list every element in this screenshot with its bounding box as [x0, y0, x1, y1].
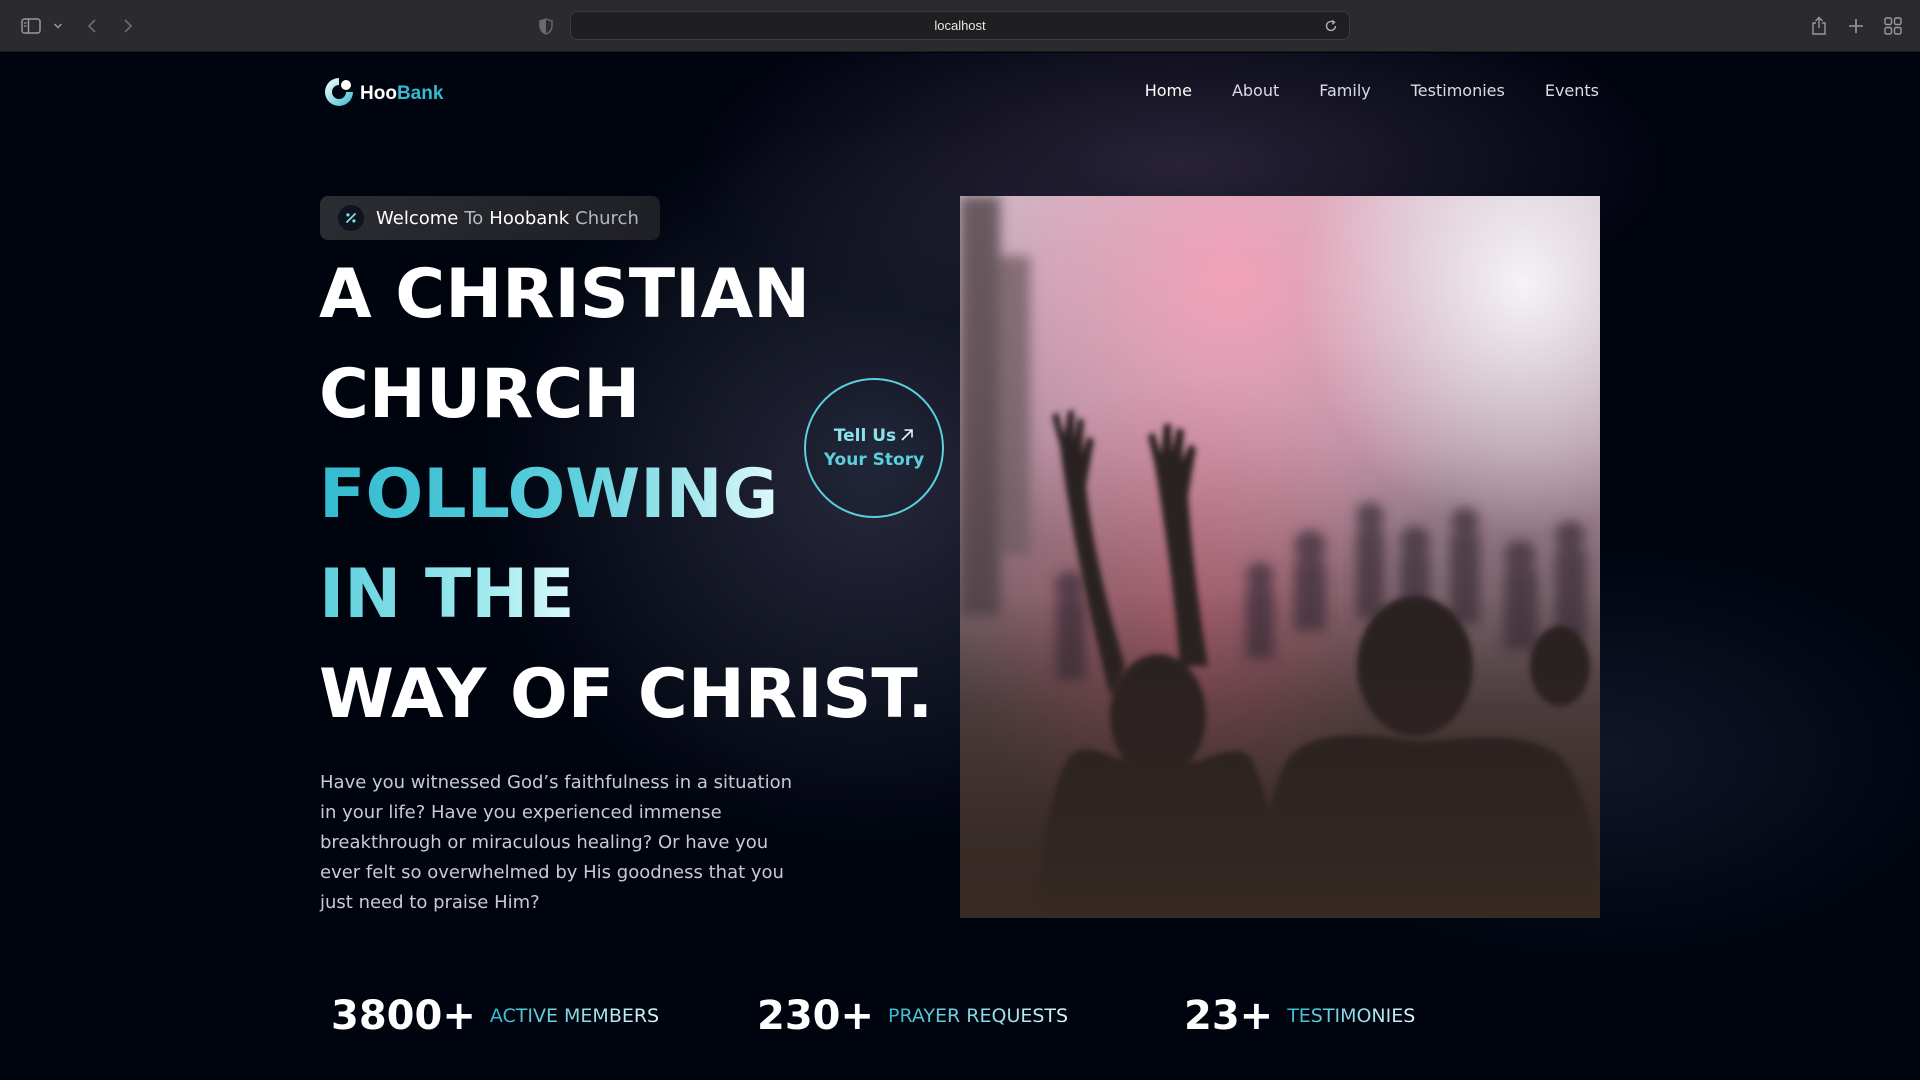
hero-heading-line-3: FOLLOWING [319, 455, 779, 534]
welcome-word-1: Welcome [376, 207, 459, 229]
nav-testimonies[interactable]: Testimonies [1411, 81, 1505, 100]
page-viewport: Hoo Bank Home About Family Testimonies Ev… [0, 53, 1920, 1080]
forward-icon[interactable] [118, 14, 138, 38]
hero-heading-line-4: IN THE [319, 555, 575, 634]
reload-icon[interactable] [1323, 18, 1339, 34]
nav-family[interactable]: Family [1319, 81, 1370, 100]
shield-icon [536, 14, 556, 38]
tell-us-your-story-button[interactable]: Tell Us Your Story [804, 378, 944, 518]
nav-about[interactable]: About [1232, 81, 1279, 100]
welcome-word-2: To [464, 207, 484, 229]
share-icon[interactable] [1808, 14, 1830, 38]
hero-heading-line-1: A CHRISTIAN [319, 255, 810, 334]
hero-heading-line-2: CHURCH [319, 355, 641, 434]
worship-crowd-image [960, 196, 1600, 918]
welcome-word-4: Church [575, 207, 639, 229]
stat-label: Prayer Requests [888, 1005, 1069, 1027]
main-nav: Home About Family Testimonies Events [1145, 81, 1599, 100]
hero-heading-line-5: WAY OF CHRIST. [319, 655, 934, 734]
back-icon[interactable] [82, 14, 102, 38]
url-text: localhost [934, 18, 986, 33]
discount-icon [338, 205, 364, 231]
stat-number: 3800+ [331, 993, 476, 1039]
stat-prayer-requests: 230+ Prayer Requests [757, 993, 1068, 1039]
stat-label: Testimonies [1287, 1005, 1416, 1027]
welcome-badge: Welcome To Hoobank Church [320, 196, 660, 240]
cta-line-2: Your Story [823, 450, 925, 470]
arrow-up-right-icon [900, 427, 914, 446]
hero-description: Have you witnessed God’s faithfulness in… [320, 772, 793, 913]
logo-word-part2: Bank [396, 83, 444, 104]
browser-toolbar: localhost [0, 0, 1920, 52]
chevron-down-icon[interactable] [50, 14, 66, 38]
new-tab-icon[interactable] [1845, 14, 1867, 38]
nav-home[interactable]: Home [1145, 81, 1192, 100]
tab-overview-icon[interactable] [1881, 14, 1905, 38]
stat-active-members: 3800+ Active Members [331, 993, 659, 1039]
stat-label: Active Members [489, 1005, 660, 1027]
stat-testimonies: 23+ Testimonies [1184, 993, 1415, 1039]
stat-number: 23+ [1184, 993, 1274, 1039]
nav-events[interactable]: Events [1545, 81, 1599, 100]
stat-number: 230+ [757, 993, 875, 1039]
brand-logo[interactable]: Hoo Bank [322, 75, 443, 113]
sidebar-icon[interactable] [18, 14, 44, 38]
logo-mark-icon [322, 75, 356, 113]
address-bar[interactable]: localhost [570, 11, 1350, 40]
logo-word-part1: Hoo [360, 83, 397, 104]
cta-line-1: Tell Us [833, 426, 897, 446]
welcome-word-3: Hoobank [489, 207, 570, 229]
